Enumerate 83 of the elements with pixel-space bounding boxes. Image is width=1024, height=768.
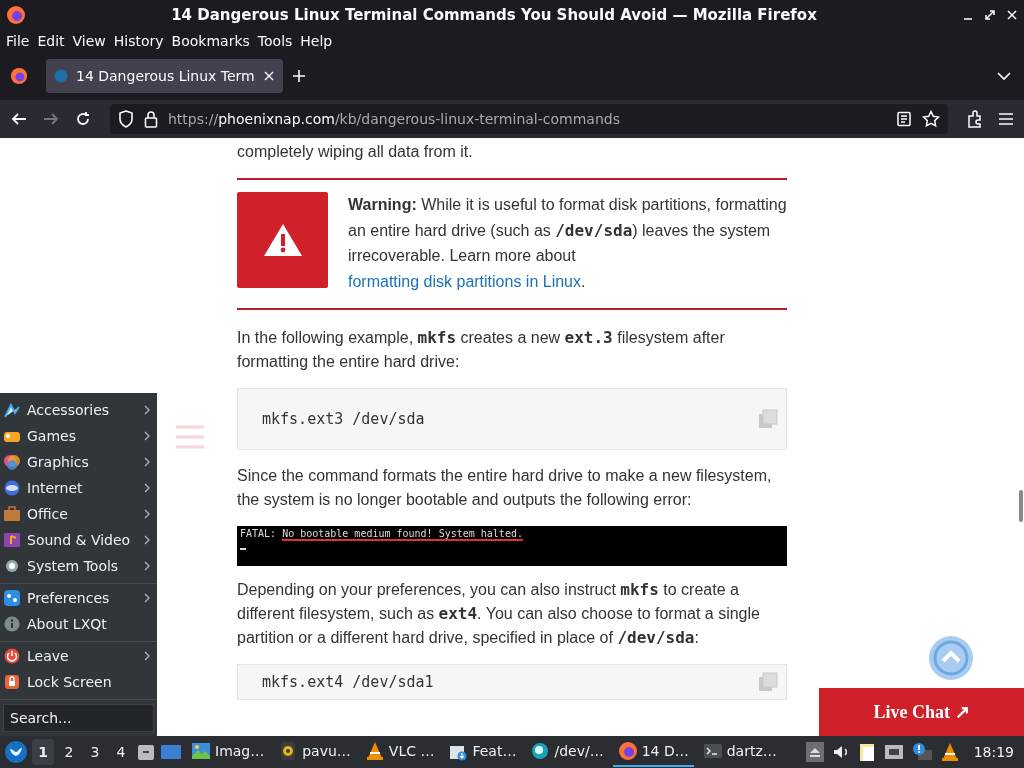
menu-item[interactable]: Bookmarks (167, 33, 254, 49)
app-category-icon (3, 557, 21, 575)
file-cabinet-icon[interactable] (136, 742, 156, 762)
menu-item[interactable]: Leave (0, 643, 157, 669)
speaker-icon[interactable] (831, 743, 850, 761)
menu-item[interactable]: System Tools (0, 553, 157, 579)
restore-icon[interactable] (984, 9, 996, 21)
desktop-switcher[interactable]: 3 (84, 739, 106, 765)
menu-item[interactable]: Preferences (0, 585, 157, 611)
window-title: 14 Dangerous Linux Terminal Commands You Should Avoid — Mozilla Firefox (170, 6, 818, 24)
taskbar-button[interactable]: Feat… (443, 737, 522, 767)
paragraph: Since the command formats the entire hard drive to make a new filesystem, the system is no longer bootable and outputs the following error: (237, 466, 773, 510)
warning-icon (262, 222, 303, 258)
terminal-text: FATAL: (240, 528, 277, 541)
notification-icon[interactable] (911, 742, 932, 762)
app-category-icon (3, 615, 21, 633)
menu-icon[interactable] (998, 112, 1014, 126)
app-icon (617, 741, 638, 761)
desktop-icon[interactable] (160, 742, 182, 762)
paragraph: In the following example, mkfs creates a new ext.3 filesystem after formatting the entire hard drive: (237, 327, 726, 372)
menu-item[interactable]: File (2, 33, 34, 49)
app-category-icon (3, 479, 21, 497)
traffic-cone-icon[interactable] (939, 742, 960, 762)
menu-item[interactable]: About LXQt (0, 611, 157, 637)
code-text: mkfs.ext4 /dev/sda1 (262, 673, 434, 691)
taskbar-button[interactable]: pavu… (273, 737, 356, 767)
app-category-icon (3, 589, 21, 607)
menu-item[interactable]: Tools (253, 33, 297, 49)
app-category-icon (3, 505, 21, 523)
notes-icon[interactable] (857, 742, 876, 762)
app-icon (530, 741, 551, 761)
desktop-switcher[interactable]: 1 (32, 739, 54, 765)
app-icon (364, 741, 385, 761)
firefox-logo-icon[interactable] (10, 67, 28, 85)
star-icon[interactable] (922, 110, 940, 128)
desktop-switcher[interactable]: 4 (110, 739, 132, 765)
close-icon[interactable] (1006, 9, 1018, 21)
warning-text: Warning: While it is useful to format disk partitions, formatting an entire hard drive (such as /dev/sda) leaves the system irrecoverable. Learn more about formatting disk partitions in Linux. (348, 195, 787, 292)
taskbar-button[interactable]: 14 D… (612, 737, 694, 767)
search-field[interactable]: Search... (3, 704, 154, 732)
taskbar-button[interactable]: dartz… (697, 737, 782, 767)
menu-item[interactable]: Lock Screen (0, 669, 157, 695)
taskbar-button[interactable]: /dev/… (525, 737, 609, 767)
menu-item[interactable]: View (68, 33, 110, 49)
scrollbar-thumb[interactable] (1019, 490, 1023, 522)
link[interactable]: formatting disk partitions in Linux (348, 272, 581, 290)
desktop-switcher[interactable]: 2 (58, 739, 80, 765)
paragraph: Depending on your preferences, you can also instruct mkfs to create a different filesystem, such as ext4. You can also choose to format a single partition or a different hard drive, specified in place of /dev/sda: (237, 579, 761, 649)
close-icon[interactable] (262, 70, 275, 82)
error-message: No bootable medium found! System halted. (282, 528, 523, 541)
menu-item[interactable]: Sound & Video (0, 527, 157, 553)
plus-icon[interactable] (290, 68, 307, 84)
menu-item[interactable]: Accessories (0, 397, 157, 423)
app-category-icon (3, 401, 21, 419)
app-category-icon (3, 647, 21, 665)
lock-icon[interactable] (144, 110, 158, 128)
menu-item[interactable]: Office (0, 501, 157, 527)
menu-item[interactable]: Graphics (0, 449, 157, 475)
reader-view-icon[interactable] (896, 111, 912, 127)
firefox-logo-icon (6, 5, 26, 25)
chevron-down-icon[interactable] (996, 71, 1012, 81)
taskbar-button[interactable]: VLC … (359, 737, 440, 767)
extensions-icon[interactable] (966, 110, 984, 128)
menu-item[interactable]: Help (296, 33, 337, 49)
menu-item[interactable]: Internet (0, 475, 157, 501)
paragraph: completely wiping all data from it. (237, 142, 474, 162)
app-icon (191, 741, 211, 761)
browser-tab[interactable]: 14 Dangerous Linux Term (46, 59, 283, 93)
app-category-icon (3, 673, 21, 691)
cursor-mark (240, 548, 246, 550)
menu-item[interactable]: Games (0, 423, 157, 449)
reload-icon[interactable] (74, 110, 92, 128)
menu-item[interactable]: History (109, 33, 168, 49)
live-chat-button[interactable]: Live Chat ↗ (819, 688, 1024, 736)
menu-item[interactable]: Edit (33, 33, 69, 49)
app-category-icon (3, 453, 21, 471)
taskbar-button[interactable]: Imag… (186, 737, 270, 767)
app-category-icon (3, 531, 21, 549)
clock: 18:19 (972, 744, 1015, 760)
code-text: mkfs.ext3 /dev/sda (262, 410, 425, 428)
eject-icon[interactable] (805, 742, 824, 762)
app-icon (702, 741, 723, 761)
shield-icon[interactable] (118, 110, 134, 128)
